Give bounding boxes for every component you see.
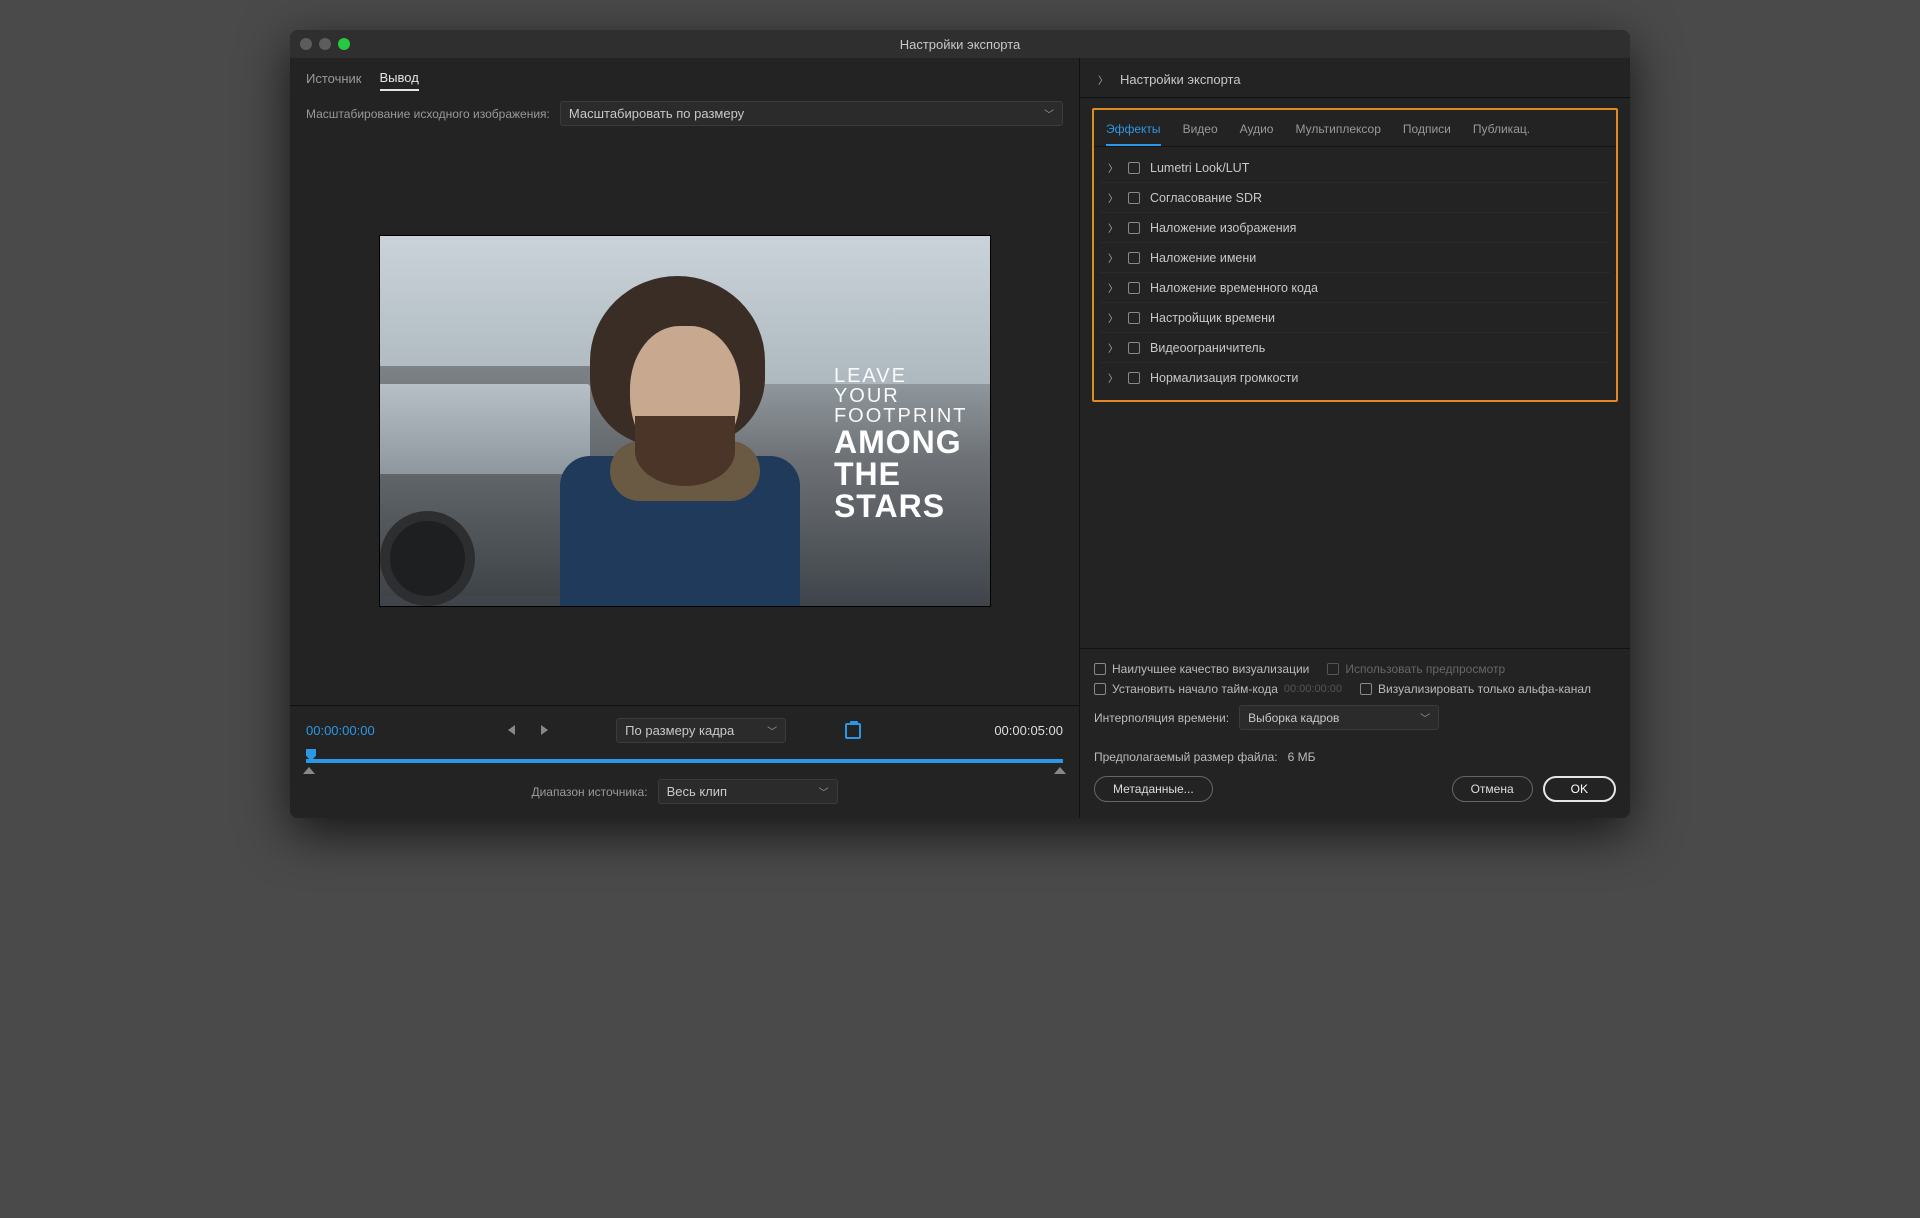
window-close-icon[interactable] xyxy=(300,38,312,50)
opt-set-start-timecode[interactable]: Установить начало тайм-кода 00:00:00:00 xyxy=(1094,682,1342,696)
effect-sdr-conform[interactable]: 〉 Согласование SDR xyxy=(1100,183,1610,213)
effect-time-tuner[interactable]: 〉 Настройщик времени xyxy=(1100,303,1610,333)
opt-render-alpha-only[interactable]: Визуализировать только альфа-канал xyxy=(1360,682,1591,696)
chevron-right-icon: 〉 xyxy=(1108,190,1118,205)
preview-panel: Источник Вывод Масштабирование исходного… xyxy=(290,58,1080,818)
chevron-down-icon: ﹀ xyxy=(819,784,829,799)
chevron-right-icon: 〉 xyxy=(1108,160,1118,175)
window-title: Настройки экспорта xyxy=(290,37,1630,52)
metadata-button[interactable]: Метаданные... xyxy=(1094,776,1213,802)
time-interpolation-select[interactable]: Выборка кадров ﹀ xyxy=(1239,705,1439,730)
preview-fit-select[interactable]: По размеру кадра ﹀ xyxy=(616,718,786,743)
effects-list: 〉 Lumetri Look/LUT 〉 Согласование SDR 〉 … xyxy=(1094,147,1616,394)
scale-label: Масштабирование исходного изображения: xyxy=(306,107,550,121)
checkbox-icon[interactable] xyxy=(1128,162,1140,174)
chevron-down-icon: ﹀ xyxy=(767,723,777,738)
settings-tabs: Эффекты Видео Аудио Мультиплексор Подпис… xyxy=(1094,110,1616,147)
opt-max-render-quality[interactable]: Наилучшее качество визуализации xyxy=(1094,662,1309,676)
chevron-down-icon: ﹀ xyxy=(1420,710,1430,725)
export-settings-section-toggle[interactable]: 〉 Настройки экспорта xyxy=(1080,58,1630,93)
settings-panel: 〉 Настройки экспорта Эффекты Видео Аудио… xyxy=(1080,58,1630,818)
checkbox-icon[interactable] xyxy=(1128,342,1140,354)
mark-in-icon[interactable] xyxy=(508,723,521,738)
checkbox-icon[interactable] xyxy=(1128,312,1140,324)
effect-name-overlay[interactable]: 〉 Наложение имени xyxy=(1100,243,1610,273)
in-timecode[interactable]: 00:00:00:00 xyxy=(306,723,375,738)
ok-button[interactable]: OK xyxy=(1543,776,1616,802)
checkbox-icon[interactable] xyxy=(1128,252,1140,264)
window-minimize-icon[interactable] xyxy=(319,38,331,50)
chevron-right-icon: 〉 xyxy=(1108,340,1118,355)
checkbox-icon[interactable] xyxy=(1128,282,1140,294)
tab-video[interactable]: Видео xyxy=(1183,118,1218,146)
tab-multiplexer[interactable]: Мультиплексор xyxy=(1295,118,1380,146)
checkbox-icon xyxy=(1327,663,1339,675)
effect-timecode-overlay[interactable]: 〉 Наложение временного кода xyxy=(1100,273,1610,303)
timeline-scrubber[interactable] xyxy=(306,751,1063,769)
effect-lumetri-lut[interactable]: 〉 Lumetri Look/LUT xyxy=(1100,153,1610,183)
checkbox-icon[interactable] xyxy=(1128,222,1140,234)
tab-source[interactable]: Источник xyxy=(306,71,362,90)
source-output-tabs: Источник Вывод xyxy=(290,58,1079,95)
checkbox-icon[interactable] xyxy=(1094,683,1106,695)
time-interpolation-value: Выборка кадров xyxy=(1248,711,1339,725)
opt-use-previews: Использовать предпросмотр xyxy=(1327,662,1505,676)
chevron-right-icon: 〉 xyxy=(1108,310,1118,325)
chevron-right-icon: 〉 xyxy=(1108,220,1118,235)
start-timecode-value: 00:00:00:00 xyxy=(1284,683,1342,695)
window-traffic-lights xyxy=(290,38,350,50)
estimated-filesize-value: 6 МБ xyxy=(1288,750,1316,764)
tab-audio[interactable]: Аудио xyxy=(1240,118,1274,146)
source-range-select[interactable]: Весь клип ﹀ xyxy=(658,779,838,804)
time-interpolation-label: Интерполяция времени: xyxy=(1094,711,1229,725)
chevron-right-icon: 〉 xyxy=(1108,370,1118,385)
checkbox-icon[interactable] xyxy=(1128,192,1140,204)
estimated-filesize-label: Предполагаемый размер файла: xyxy=(1094,750,1278,764)
source-range-label: Диапазон источника: xyxy=(531,785,647,799)
effect-video-limiter[interactable]: 〉 Видеоограничитель xyxy=(1100,333,1610,363)
tab-publish[interactable]: Публикац. xyxy=(1473,118,1530,146)
effect-image-overlay[interactable]: 〉 Наложение изображения xyxy=(1100,213,1610,243)
titlebar: Настройки экспорта xyxy=(290,30,1630,58)
render-options: Наилучшее качество визуализации Использо… xyxy=(1080,648,1630,740)
checkbox-icon[interactable] xyxy=(1360,683,1372,695)
video-preview: LEAVE YOUR FOOTPRINT AMONG THE STARS xyxy=(380,236,990,606)
preview-overlay-text: LEAVE YOUR FOOTPRINT AMONG THE STARS xyxy=(834,366,968,522)
export-settings-window: Настройки экспорта Источник Вывод Масшта… xyxy=(290,30,1630,818)
checkbox-icon[interactable] xyxy=(1094,663,1106,675)
chevron-right-icon: 〉 xyxy=(1098,72,1108,87)
source-range-value: Весь клип xyxy=(667,784,728,799)
scale-select[interactable]: Масштабировать по размеру ﹀ xyxy=(560,101,1063,126)
effects-tabs-highlight: Эффекты Видео Аудио Мультиплексор Подпис… xyxy=(1092,108,1618,402)
export-settings-section-title: Настройки экспорта xyxy=(1120,72,1241,87)
effect-loudness-normalization[interactable]: 〉 Нормализация громкости xyxy=(1100,363,1610,392)
crop-icon[interactable] xyxy=(845,723,861,739)
tab-captions[interactable]: Подписи xyxy=(1403,118,1451,146)
chevron-right-icon: 〉 xyxy=(1108,280,1118,295)
timeline-controls: 00:00:00:00 По размеру кадра ﹀ 00:00:05:… xyxy=(290,705,1079,818)
mark-out-icon[interactable] xyxy=(541,723,548,738)
window-zoom-icon[interactable] xyxy=(338,38,350,50)
out-timecode[interactable]: 00:00:05:00 xyxy=(994,723,1063,738)
scale-select-value: Масштабировать по размеру xyxy=(569,106,744,121)
chevron-down-icon: ﹀ xyxy=(1044,106,1054,121)
cancel-button[interactable]: Отмена xyxy=(1452,776,1533,802)
chevron-right-icon: 〉 xyxy=(1108,250,1118,265)
preview-fit-value: По размеру кадра xyxy=(625,723,734,738)
checkbox-icon[interactable] xyxy=(1128,372,1140,384)
tab-output[interactable]: Вывод xyxy=(380,70,419,91)
tab-effects[interactable]: Эффекты xyxy=(1106,118,1161,146)
